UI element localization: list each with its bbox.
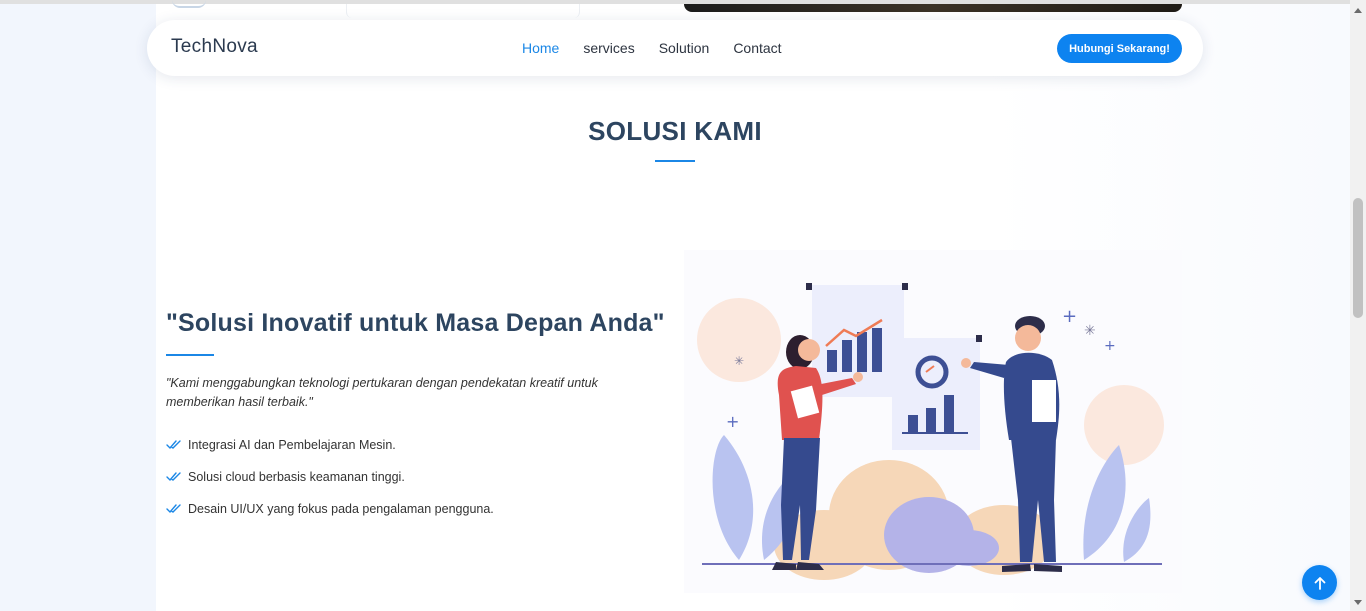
svg-text:✳: ✳ [1084,323,1096,339]
brand-logo[interactable]: TechNova [171,36,258,58]
previous-section-card [346,4,580,18]
list-item: Solusi cloud berbasis keamanan tinggi. [166,468,494,485]
nav-link-home[interactable]: Home [522,40,559,56]
vertical-scrollbar[interactable] [1350,0,1366,611]
feature-text: Desain UI/UX yang fokus pada pengalaman … [188,501,494,516]
section-title: SOLUSI KAMI [588,116,762,146]
section-title-underline [655,160,695,162]
double-check-icon [166,439,181,449]
solution-quote: "Kami menggabungkan teknologi pertukaran… [166,376,598,409]
svg-text:✳: ✳ [734,354,744,368]
nav-link-contact[interactable]: Contact [733,40,781,56]
solution-headline: "Solusi Inovatif untuk Masa Depan Anda" [166,309,665,337]
feature-text: Integrasi AI dan Pembelajaran Mesin. [188,437,396,452]
nav-link-solution[interactable]: Solution [659,40,710,56]
scroll-down-icon[interactable] [1354,600,1362,605]
navbar: TechNova Home services Solution Contact … [147,20,1203,76]
svg-text:+: + [1062,306,1077,327]
contact-now-button[interactable]: Hubungi Sekarang! [1057,34,1182,63]
arrow-up-icon [1314,576,1325,590]
headline-underline [166,354,214,356]
previous-section-image [684,4,1182,12]
svg-text:+: + [1104,338,1116,354]
svg-text:+: + [726,412,739,431]
feature-text: Solusi cloud berbasis keamanan tinggi. [188,469,405,484]
scrollbar-thumb[interactable] [1353,198,1363,318]
feature-list: Integrasi AI dan Pembelajaran Mesin. Sol… [166,436,494,532]
nav-links: Home services Solution Contact [522,40,806,56]
double-check-icon [166,503,181,513]
business-presentation-illustration: + + + ✳ ✳ [684,250,1182,593]
list-item: Desain UI/UX yang fokus pada pengalaman … [166,500,494,517]
scroll-up-icon[interactable] [1354,8,1362,13]
previous-section-graphic [172,0,206,8]
list-item: Integrasi AI dan Pembelajaran Mesin. [166,436,494,453]
double-check-icon [166,471,181,481]
back-to-top-button[interactable] [1302,565,1337,600]
nav-link-services[interactable]: services [583,40,634,56]
